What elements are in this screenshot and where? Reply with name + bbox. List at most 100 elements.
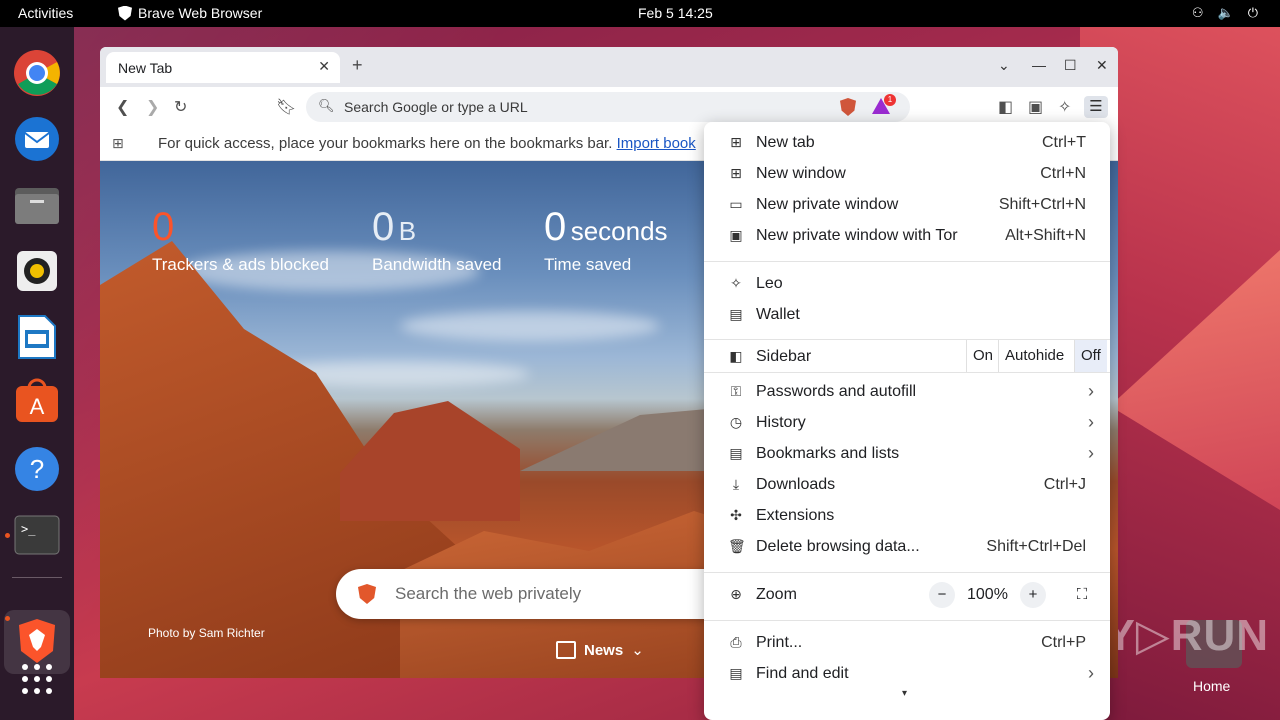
running-indicator — [5, 533, 10, 538]
chevron-right-icon: › — [1088, 381, 1094, 401]
menu-item-leo[interactable]: ✧ Leo — [704, 269, 1110, 299]
reload-icon[interactable]: ↻ — [174, 97, 187, 117]
svg-text:A: A — [30, 394, 45, 419]
network-icon: ⚇ — [1191, 5, 1204, 20]
svg-text:>_: >_ — [21, 522, 36, 536]
back-icon[interactable]: ❮ — [116, 97, 129, 117]
close-tab-icon[interactable]: ✕ — [318, 58, 330, 75]
menu-separator — [704, 572, 1110, 573]
stat-bandwidth: 0 B Bandwidth saved — [372, 205, 501, 274]
menu-item-find-edit[interactable]: ▤ Find and edit › — [704, 659, 1110, 689]
menu-item-new-private-tor[interactable]: ▣ New private window with Tor Alt+Shift+… — [704, 221, 1110, 251]
leo-icon[interactable]: ✧ — [1058, 97, 1071, 117]
bookmark-icon[interactable]: 🔖︎ — [276, 97, 296, 117]
close-window-icon[interactable]: ✕ — [1096, 57, 1108, 74]
tab-search-chevron-icon[interactable]: ⌄ — [998, 57, 1010, 74]
menu-item-wallet[interactable]: ▤ Wallet — [704, 300, 1110, 330]
bookmarks-icon: ▤ — [729, 445, 743, 461]
new-tab-button[interactable]: + — [352, 55, 363, 76]
menu-separator — [704, 372, 1110, 373]
menu-label: Wallet — [756, 306, 800, 323]
menu-item-new-tab[interactable]: ⊞ New tab Ctrl+T — [704, 128, 1110, 158]
find-icon: ▤ — [729, 665, 743, 681]
menu-shortcut: Shift+Ctrl+N — [998, 196, 1086, 213]
stat-time-label: Time saved — [544, 255, 632, 274]
main-menu-icon[interactable]: ☰ — [1084, 96, 1108, 118]
chrome-icon[interactable] — [13, 49, 61, 97]
zoom-value: 100% — [967, 586, 1008, 603]
volume-icon: 🔈 — [1217, 5, 1234, 20]
fullscreen-icon[interactable]: ⛶ — [1069, 582, 1095, 608]
menu-item-extensions[interactable]: ✣ Extensions — [704, 501, 1110, 531]
show-apps-icon[interactable] — [13, 655, 61, 703]
files-icon[interactable] — [13, 181, 61, 229]
sidebar-toggle-icon[interactable]: ◧ — [998, 97, 1013, 117]
stat-bandwidth-unit: B — [398, 216, 417, 246]
wallet-icon: ▤ — [729, 306, 743, 322]
home-folder-label[interactable]: Home — [1193, 678, 1230, 694]
tor-window-icon: ▣ — [729, 227, 743, 243]
maximize-icon[interactable]: ☐ — [1064, 57, 1077, 74]
rewards-badge: 1 — [884, 94, 896, 106]
ntp-search-box[interactable]: Search the web privately — [336, 569, 756, 619]
new-tab-icon: ⊞ — [730, 134, 742, 150]
stat-bandwidth-label: Bandwidth saved — [372, 255, 502, 274]
libreoffice-writer-icon[interactable] — [13, 313, 61, 361]
menu-item-delete-data[interactable]: 🗑︎ Delete browsing data... Shift+Ctrl+De… — [704, 532, 1110, 562]
sidebar-option-autohide[interactable]: Autohide — [998, 340, 1070, 372]
new-window-icon: ⊞ — [730, 165, 742, 181]
photo-credit[interactable]: Photo by Sam Richter — [148, 626, 265, 640]
thunderbird-icon[interactable] — [13, 115, 61, 163]
forward-icon[interactable]: ❯ — [146, 97, 159, 117]
system-tray[interactable]: ⚇ 🔈 ⏻ — [1192, 5, 1258, 21]
stat-bandwidth-value: 0 — [372, 205, 395, 249]
tab-new-tab[interactable]: New Tab ✕ — [106, 52, 340, 83]
menu-shortcut: Ctrl+T — [1042, 134, 1086, 151]
import-bookmarks-link[interactable]: Import book — [617, 135, 696, 152]
menu-item-history[interactable]: ◷ History › — [704, 408, 1110, 438]
download-icon: ⤓ — [732, 476, 740, 492]
menu-item-bookmarks[interactable]: ▤ Bookmarks and lists › — [704, 439, 1110, 469]
dock-separator — [12, 577, 62, 578]
menu-item-downloads[interactable]: ⤓ Downloads Ctrl+J — [704, 470, 1110, 500]
help-icon[interactable]: ? — [13, 445, 61, 493]
minimize-icon[interactable]: — — [1032, 57, 1046, 73]
menu-label: New window — [756, 165, 846, 182]
menu-label: Extensions — [756, 507, 835, 524]
menu-item-new-private-window[interactable]: ▭ New private window Shift+Ctrl+N — [704, 190, 1110, 220]
bookmarks-hint-text: For quick access, place your bookmarks h… — [158, 135, 613, 152]
menu-item-zoom: ⊕ Zoom − 100% + ⛶ — [704, 580, 1110, 610]
rhythmbox-icon[interactable] — [13, 247, 61, 295]
activities-button[interactable]: Activities — [18, 5, 73, 21]
address-bar[interactable]: 🔍︎ Search Google or type a URL 1 — [306, 92, 910, 122]
app-menu-button[interactable]: Brave Web Browser — [118, 5, 262, 21]
stat-trackers-label: Trackers & ads blocked — [152, 255, 329, 274]
clock[interactable]: Feb 5 14:25 — [638, 5, 713, 21]
apps-grid-icon[interactable]: ⊞ — [112, 135, 124, 152]
scroll-down-indicator-icon[interactable]: ▾ — [902, 688, 907, 699]
top-bar: Activities Brave Web Browser Feb 5 14:25… — [0, 0, 1280, 27]
menu-item-new-window[interactable]: ⊞ New window Ctrl+N — [704, 159, 1110, 189]
menu-item-sidebar: ◧ Sidebar On Autohide Off — [704, 340, 1110, 372]
private-window-icon: ▭ — [729, 196, 743, 212]
brave-shields-icon[interactable] — [840, 98, 856, 116]
sidebar-option-on[interactable]: On — [966, 340, 999, 372]
key-icon: ⚿ — [730, 383, 742, 399]
menu-shortcut: Ctrl+N — [1040, 165, 1086, 182]
menu-label: Find and edit — [756, 665, 849, 682]
zoom-in-button[interactable]: + — [1020, 582, 1046, 608]
sidebar-option-off[interactable]: Off — [1074, 340, 1107, 372]
menu-label: Leo — [756, 275, 783, 292]
chevron-right-icon: › — [1088, 412, 1094, 432]
wallet-icon[interactable]: ▣ — [1028, 97, 1043, 117]
address-placeholder: Search Google or type a URL — [344, 99, 528, 115]
menu-label: Passwords and autofill — [756, 383, 917, 400]
menu-item-passwords[interactable]: ⚿ Passwords and autofill › — [704, 377, 1110, 407]
news-button[interactable]: News ⌄ — [556, 641, 644, 659]
zoom-out-button[interactable]: − — [929, 582, 955, 608]
menu-item-print[interactable]: ⎙ Print... Ctrl+P — [704, 628, 1110, 658]
app-center-icon[interactable]: A — [13, 377, 61, 425]
toolbar: ❮ ❯ ↻ 🔖︎ 🔍︎ Search Google or type a URL … — [100, 87, 1118, 127]
terminal-icon[interactable]: >_ — [13, 511, 61, 559]
stat-time: 0 seconds Time saved — [544, 205, 668, 274]
